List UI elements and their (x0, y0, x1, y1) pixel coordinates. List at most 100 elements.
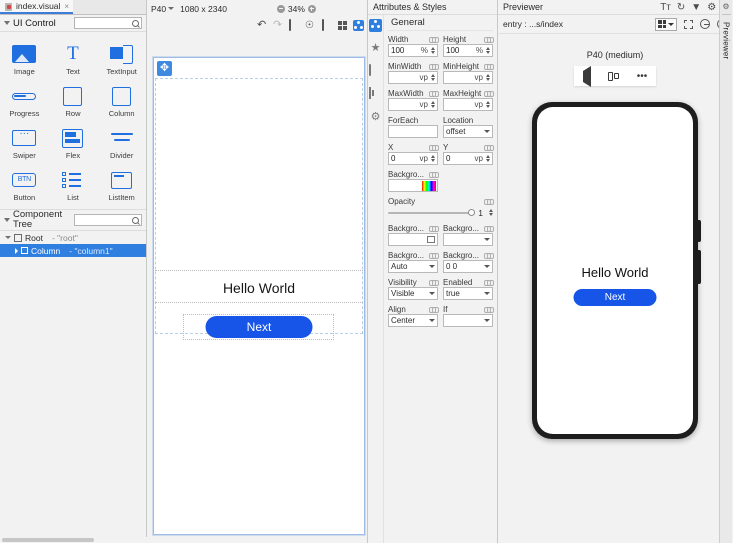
preview-next-button[interactable]: Next (573, 289, 657, 306)
maxwidth-input[interactable]: vp (388, 98, 438, 111)
palette-item-swiper[interactable]: Swiper (0, 124, 49, 163)
device-canvas[interactable]: ✥ Hello World Next (152, 56, 366, 536)
layout-grid-dropdown[interactable] (655, 17, 677, 31)
previewer-screen[interactable]: Hello World Next (537, 107, 693, 434)
stepper-icon[interactable] (485, 74, 490, 81)
nodes-icon[interactable] (353, 20, 364, 31)
palette-item-textinput[interactable]: TextInput (97, 40, 146, 79)
nodes-icon[interactable] (369, 19, 382, 32)
foreach-input[interactable] (388, 125, 438, 138)
tree-horizontal-scrollbar[interactable] (0, 537, 147, 543)
visibility-select[interactable]: Visible (388, 287, 438, 300)
palette-item-text[interactable]: T Text (49, 40, 98, 79)
link-icon[interactable] (429, 252, 439, 259)
align-select[interactable]: Center (388, 314, 438, 327)
frame-icon[interactable] (369, 87, 382, 101)
link-icon[interactable] (429, 225, 439, 232)
stepper-icon[interactable] (485, 155, 490, 162)
device-icon[interactable] (289, 19, 300, 31)
palette-item-progress[interactable]: Progress (0, 82, 49, 121)
background-size-select[interactable]: Auto (388, 260, 438, 273)
link-icon[interactable] (484, 279, 494, 286)
background-position-select[interactable]: 0 0 (443, 260, 493, 273)
link-icon[interactable] (429, 306, 439, 313)
redo-icon[interactable]: ↷ (273, 20, 284, 31)
chevron-right-icon[interactable] (15, 247, 18, 254)
stepper-icon[interactable] (430, 101, 435, 108)
more-icon[interactable]: ••• (637, 71, 648, 82)
link-icon[interactable] (484, 252, 494, 259)
palette-item-image[interactable]: Image (0, 40, 49, 79)
palette-item-divider[interactable]: Divider (97, 124, 146, 163)
minwidth-input[interactable]: vp (388, 71, 438, 84)
maxheight-input[interactable]: vp (443, 98, 493, 111)
move-handle-icon[interactable]: ✥ (157, 61, 172, 76)
link-icon[interactable] (484, 36, 494, 43)
filter-icon[interactable]: ▼ (691, 2, 701, 13)
minheight-input[interactable]: vp (443, 71, 493, 84)
link-icon[interactable] (429, 279, 439, 286)
stepper-icon[interactable] (485, 47, 490, 54)
location-select[interactable]: offset (443, 125, 493, 138)
component-tree-header[interactable]: Component Tree (0, 209, 146, 231)
pointer-icon[interactable]: ☉ (305, 20, 316, 31)
previewer-side-tab[interactable]: Previewer (722, 22, 731, 59)
x-input[interactable]: 0 vp (388, 152, 438, 165)
chevron-down-icon[interactable] (4, 218, 10, 222)
stepper-icon[interactable] (430, 74, 435, 81)
palette-item-listitem[interactable]: ListItem (97, 166, 146, 205)
canvas-next-button[interactable]: Next (205, 316, 313, 338)
zoom-out-icon[interactable] (700, 19, 710, 29)
background-color-picker[interactable] (388, 179, 438, 192)
palette-item-row[interactable]: Row (49, 82, 98, 121)
monitor-icon[interactable] (369, 64, 382, 78)
background-repeat-select[interactable] (443, 233, 493, 246)
chevron-down-icon[interactable] (5, 236, 11, 239)
palette-item-button[interactable]: BTN Button (0, 166, 49, 205)
fit-screen-icon[interactable] (684, 19, 693, 29)
gear-icon[interactable]: ⚙ (722, 2, 729, 11)
link-icon[interactable] (429, 36, 439, 43)
font-size-icon[interactable]: Tᴛ (660, 2, 671, 13)
close-icon[interactable]: × (64, 2, 69, 11)
ui-control-search-input[interactable] (74, 17, 142, 29)
opacity-slider[interactable] (388, 208, 476, 216)
grid-icon[interactable] (337, 20, 348, 31)
stepper-icon[interactable] (430, 155, 435, 162)
link-icon[interactable] (429, 90, 439, 97)
tree-node-column[interactable]: Column - "column1" (0, 244, 146, 257)
rotate-icon[interactable] (608, 71, 620, 81)
link-icon[interactable] (484, 63, 494, 70)
stepper-icon[interactable] (430, 47, 435, 54)
link-icon[interactable] (429, 144, 439, 151)
ui-control-header[interactable]: UI Control (0, 15, 146, 32)
link-icon[interactable] (429, 63, 439, 70)
palette-item-column[interactable]: Column (97, 82, 146, 121)
canvas-hello-world-text[interactable]: Hello World (154, 280, 364, 296)
gear-icon[interactable]: ⚙ (369, 111, 382, 124)
link-icon[interactable] (484, 225, 494, 232)
background-image-picker[interactable] (388, 233, 438, 246)
link-icon[interactable] (484, 198, 494, 205)
link-icon[interactable] (484, 144, 494, 151)
zoom-out-icon[interactable] (276, 4, 285, 13)
entry-path[interactable]: entry : ...s/index (503, 19, 563, 29)
palette-item-flex[interactable]: Flex (49, 124, 98, 163)
link-icon[interactable] (484, 306, 494, 313)
frame-icon[interactable] (321, 19, 332, 31)
puzzle-icon[interactable]: ★ (369, 42, 382, 55)
refresh-icon[interactable]: ↻ (677, 2, 685, 13)
zoom-in-icon[interactable] (307, 4, 316, 13)
link-icon[interactable] (484, 90, 494, 97)
back-icon[interactable] (582, 65, 591, 87)
chevron-down-icon[interactable] (4, 21, 10, 25)
tree-node-root[interactable]: Root - "root" (0, 231, 146, 244)
width-input[interactable]: 100 % (388, 44, 438, 57)
palette-item-list[interactable]: List (49, 166, 98, 205)
if-select[interactable] (443, 314, 493, 327)
undo-icon[interactable]: ↶ (257, 20, 268, 31)
y-input[interactable]: 0 vp (443, 152, 493, 165)
stepper-icon[interactable] (485, 101, 490, 108)
tab-index-visual[interactable]: index.visual × (0, 0, 74, 14)
settings-icon[interactable]: ⚙ (707, 2, 716, 13)
